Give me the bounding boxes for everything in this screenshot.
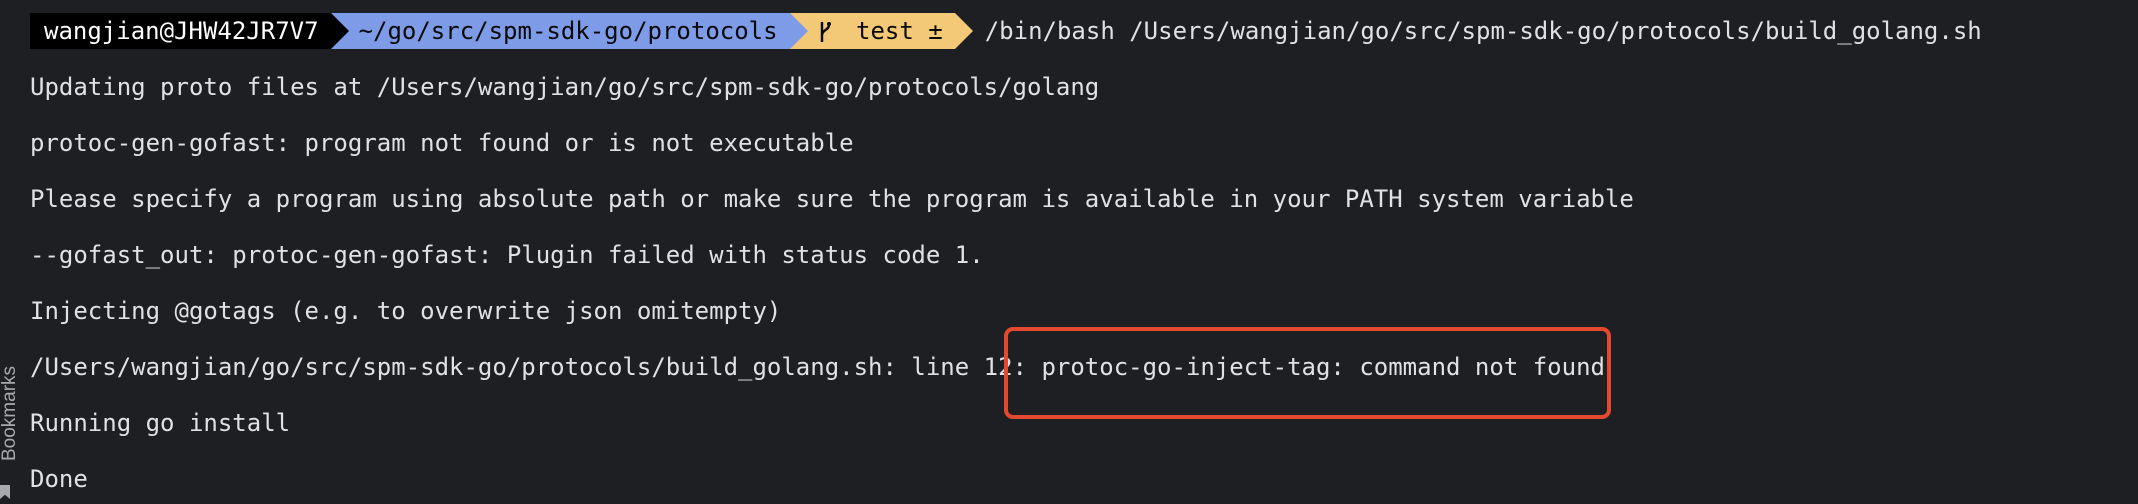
segment-separator-arrow [330,13,349,49]
output-line: Running go install [30,409,291,437]
shell-prompt: wangjian@JHW42JR7V7 ~/go/src/spm-sdk-go/… [30,13,1982,49]
segment-separator-arrow [789,13,808,49]
output-line: protoc-gen-gofast: program not found or … [30,129,854,157]
prompt-command: /bin/bash /Users/wangjian/go/src/spm-sdk… [984,17,1982,45]
prompt-git-branch: test ± [856,17,943,45]
bookmarks-label: Bookmarks [0,365,20,461]
terminal-panel[interactable]: Bookmarks wangjian@JHW42JR7V7 ~/go/src/s… [0,0,2138,504]
output-line: --gofast_out: protoc-gen-gofast: Plugin … [30,241,984,269]
prompt-path-segment: ~/go/src/spm-sdk-go/protocols [330,13,808,49]
output-line: Injecting @gotags (e.g. to overwrite jso… [30,297,782,325]
output-line: Done [30,465,88,493]
output-line: Please specify a program using absolute … [30,185,1634,213]
output-line: Updating proto files at /Users/wangjian/… [30,73,1100,101]
bookmarks-side-tab[interactable]: Bookmarks [0,340,20,504]
prompt-path: ~/go/src/spm-sdk-go/protocols [358,17,778,45]
prompt-user-host: wangjian@JHW42JR7V7 [44,17,319,45]
prompt-git-segment: test ± [789,13,973,49]
prompt-user-host-segment: wangjian@JHW42JR7V7 [30,13,349,49]
error-highlight-box [1004,327,1611,419]
bookmark-icon [0,485,10,499]
git-branch-icon [818,21,832,43]
segment-separator-arrow [954,13,973,49]
